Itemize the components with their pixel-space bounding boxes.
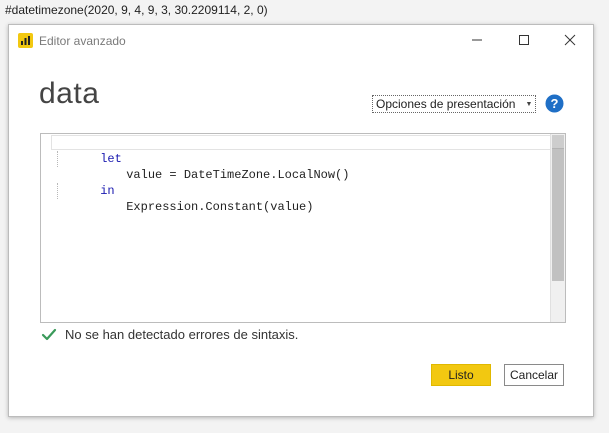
display-options-label: Opciones de presentación [376, 97, 516, 111]
window-title: Editor avanzado [39, 34, 126, 48]
code-text: value = DateTimeZone.LocalNow() [126, 168, 350, 182]
indent-guide [57, 151, 58, 167]
syntax-status: No se han detectado errores de sintaxis. [41, 327, 298, 342]
help-icon: ? [545, 94, 564, 113]
advanced-editor-dialog: Editor avanzado data Opciones de present… [8, 24, 594, 417]
code-text: Expression.Constant(value) [126, 200, 314, 214]
checkmark-icon [41, 328, 57, 340]
title-bar[interactable]: Editor avanzado [9, 25, 593, 55]
scrollbar-top-segment [552, 135, 564, 149]
indent-guide [57, 183, 58, 199]
code-line-2: value = DateTimeZone.LocalNow() [83, 151, 349, 182]
close-icon [564, 34, 576, 46]
cancel-button[interactable]: Cancelar [504, 364, 564, 386]
maximize-icon [519, 35, 529, 45]
current-line-highlight [51, 135, 551, 150]
code-line-1: let [57, 135, 122, 166]
maximize-button[interactable] [514, 30, 534, 50]
done-button[interactable]: Listo [431, 364, 491, 386]
code-editor[interactable]: let value = DateTimeZone.LocalNow() in E… [40, 133, 566, 323]
vertical-scrollbar[interactable] [550, 134, 565, 322]
query-name: data [39, 77, 100, 110]
minimize-button[interactable] [467, 30, 487, 50]
chevron-down-icon: ▼ [525, 100, 533, 108]
code-line-3: in [57, 167, 114, 198]
scrollbar-thumb[interactable] [552, 135, 564, 281]
formula-result: #datetimezone(2020, 9, 4, 9, 3, 30.22091… [5, 3, 268, 17]
help-button[interactable]: ? [545, 94, 564, 113]
minimize-icon [472, 39, 482, 41]
status-message: No se han detectado errores de sintaxis. [65, 327, 299, 342]
display-options-dropdown[interactable]: Opciones de presentación ▼ [372, 95, 537, 113]
code-line-4: Expression.Constant(value) [83, 183, 313, 214]
power-bi-app-icon [18, 33, 33, 48]
close-button[interactable] [560, 30, 580, 50]
svg-text:?: ? [551, 96, 559, 111]
